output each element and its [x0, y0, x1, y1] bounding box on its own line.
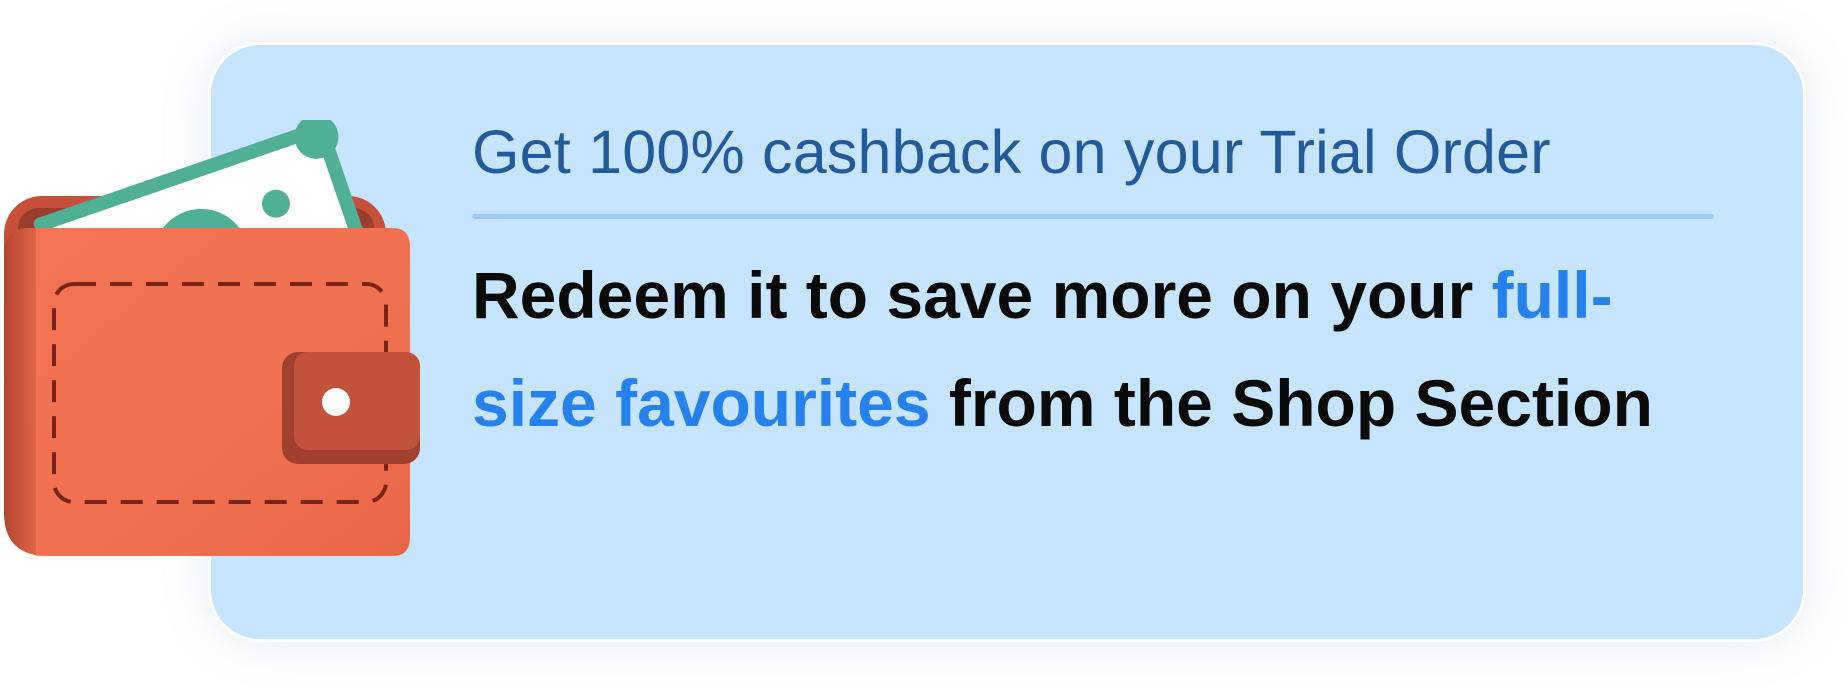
divider — [472, 214, 1714, 219]
wallet-with-cash-icon: ₹ — [4, 120, 420, 556]
cashback-headline: Get 100% cashback on your Trial Order — [472, 118, 1551, 186]
cashback-banner: ₹ Get 100% cashback on your Trial Order … — [0, 0, 1847, 687]
redeem-description: Redeem it to save more on your full-size… — [472, 241, 1712, 457]
redeem-text-start: Redeem it to save more on your — [472, 258, 1492, 332]
redeem-text-end: from the Shop Section — [930, 366, 1653, 440]
banner-content: Get 100% cashback on your Trial Order Re… — [472, 108, 1732, 457]
